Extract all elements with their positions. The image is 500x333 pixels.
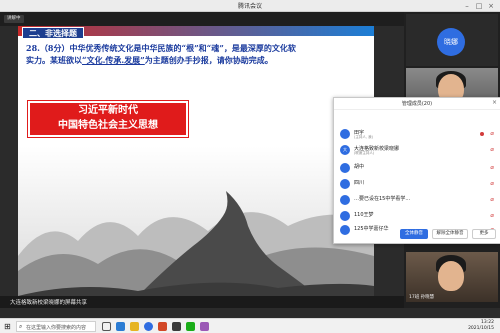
member-row[interactable]: 四川 ⌀ [334,176,500,192]
tile-name: 17班 孙晓慧 [409,295,435,300]
task-view-icon[interactable] [102,322,111,331]
member-role: (主持人, 我) [354,135,373,139]
app-icon[interactable] [172,322,181,331]
banner-line-2: 中国特色社会主义思想 [58,120,158,131]
question-line-2: 实力。某班欲以“文化.传承.发展”为主题创办手抄报，请你协助完成。 [26,54,366,66]
screen-share-bar: 大连格致新校梁晓娜的屏幕共享 [0,296,404,308]
taskbar: ⊞ ⌕ 在这里输入你要搜索的内容 13:22 2021/10/15 [0,318,500,333]
participant-face [438,261,464,291]
tencent-meeting-icon[interactable] [144,322,153,331]
member-row[interactable]: 胡中 ⌀ [334,160,500,176]
member-name: 四川 [354,180,365,186]
members-panel-title: 管理成员(20) [401,101,433,107]
banner-line-1: 习近平新时代 [78,105,138,116]
video-tile-student[interactable]: 17班 孙晓慧 [406,252,498,302]
screen-share-label: 大连格致新校梁晓娜的屏幕共享 [10,300,88,306]
members-panel-header: 管理成员(20) × [334,98,500,110]
member-name: …要已设在15中学看学... [354,196,411,202]
presenting-badge[interactable]: 讲解中 [4,15,24,23]
wechat-icon[interactable] [186,322,195,331]
unmute-all-button[interactable]: 解除全体静音 [432,229,468,239]
member-role: (联席主持人) [354,151,375,155]
question-line-1: 28.（8分）中华优秀传统文化是中华民族的“根”和“魂”，是最深厚的文化软 [26,43,296,53]
avatar [340,179,350,189]
question-line-2a: 实力。某班欲以 [26,55,82,65]
close-icon[interactable]: × [486,1,496,11]
section-tag: 二、非选择题 [22,27,84,39]
shared-slide: 二、非选择题 28.（8分）中华优秀传统文化是中华民族的“根”和“魂”，是最深厚… [18,26,374,296]
mic-muted-icon[interactable]: ⌀ [490,196,494,203]
mic-muted-icon[interactable]: ⌀ [490,130,494,137]
avatar [340,129,350,139]
member-row[interactable]: …要已设在15中学看学... ⌀ [334,192,500,208]
taskbar-search-input[interactable]: ⌕ 在这里输入你要搜索的内容 [16,321,96,332]
maximize-icon[interactable]: □ [474,1,484,11]
avatar: 晓娜 [437,28,465,56]
question-text: 28.（8分）中华优秀传统文化是中华民族的“根”和“魂”，是最深厚的文化软 实力… [26,42,366,66]
title-bar: 腾讯会议 – □ × [0,0,500,12]
member-name: 胡中 [354,164,365,170]
question-line-2b: 为主题创办手抄报，请你协助完成。 [144,55,273,65]
mic-muted-icon[interactable]: ⌀ [490,180,494,187]
record-dot-icon [480,132,484,136]
avatar [340,163,350,173]
mic-muted-icon[interactable]: ⌀ [490,212,494,219]
mute-all-button[interactable]: 全体静音 [400,229,428,239]
clock-date: 2021/10/15 [468,326,494,331]
video-tile-presenter[interactable]: 晓娜 [406,14,498,66]
members-panel: 管理成员(20) × 田宇 (主持人, 我) ⌀ 大 大连格致新校梁晓娜 (联席… [333,97,500,244]
close-icon[interactable]: × [492,99,497,106]
system-clock[interactable]: 13:22 2021/10/15 [468,320,494,332]
search-icon: ⌕ [19,323,23,330]
question-theme: “文化.传承.发展” [82,55,145,65]
edge-icon[interactable] [116,322,125,331]
file-explorer-icon[interactable] [130,322,139,331]
member-name: 110王梦 [354,212,374,218]
share-toolbar: 讲解中 [0,12,405,26]
mic-muted-icon[interactable]: ⌀ [490,164,494,171]
search-placeholder: 在这里输入你要搜索的内容 [26,325,87,331]
window-title: 腾讯会议 [237,3,262,10]
theme-banner: 习近平新时代 中国特色社会主义思想 [28,101,188,137]
mic-muted-icon[interactable]: ⌀ [490,146,494,153]
avatar: 大 [340,145,350,155]
members-panel-actions: 全体静音 解除全体静音 更多 [334,229,500,239]
meeting-app: 腾讯会议 – □ × 讲解中 二、非选择题 28.（8分）中华优秀传统文化是中华… [0,0,500,333]
powerpoint-icon[interactable] [158,322,167,331]
more-button[interactable]: 更多 [472,229,496,239]
app-icon[interactable] [200,322,209,331]
member-row[interactable]: 田宇 (主持人, 我) ⌀ [334,126,500,142]
member-row[interactable]: 大 大连格致新校梁晓娜 (联席主持人) ⌀ [334,142,500,158]
avatar [340,195,350,205]
minimize-icon[interactable]: – [462,1,472,11]
windows-start-icon[interactable]: ⊞ [4,322,11,331]
avatar [340,211,350,221]
ink-wash-mountains [18,146,374,296]
